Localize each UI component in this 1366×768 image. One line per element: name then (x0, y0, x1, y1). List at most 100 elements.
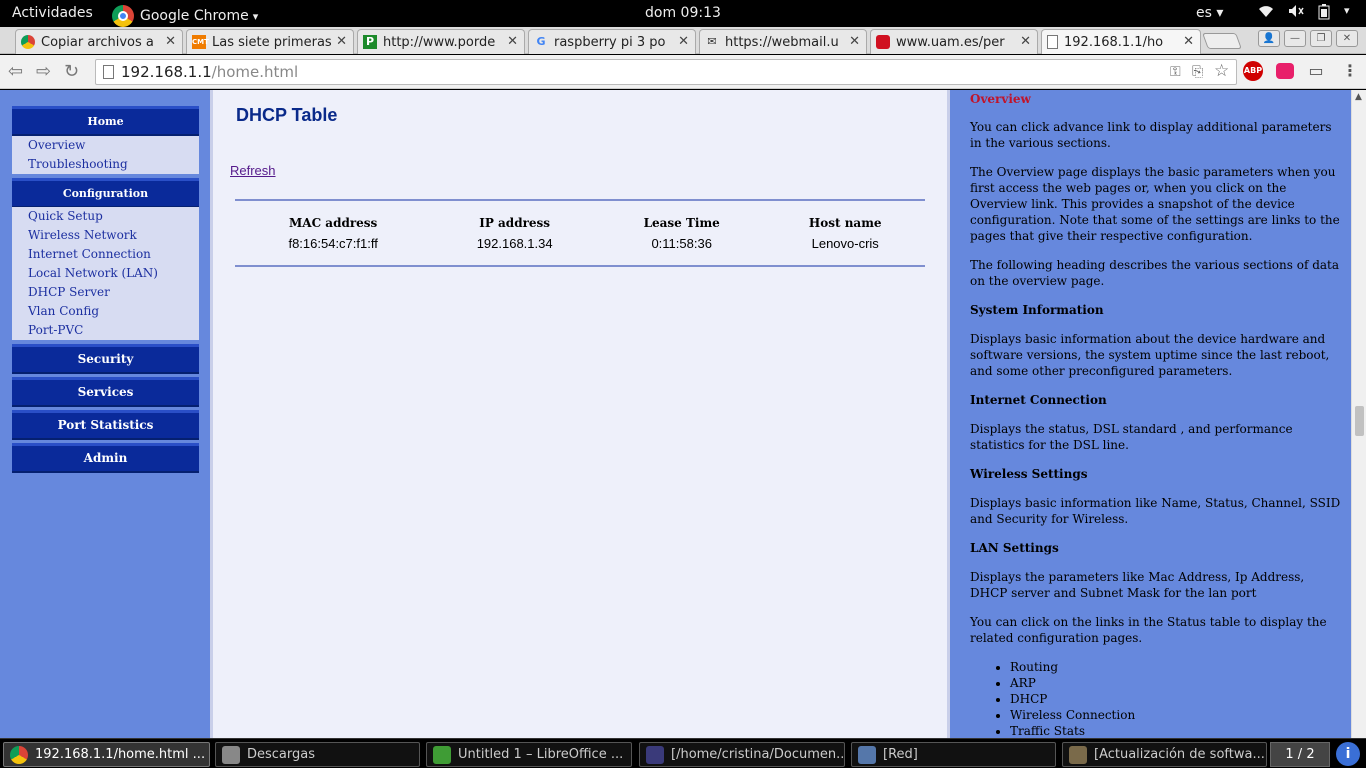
wifi-icon (1258, 4, 1274, 24)
nav-security[interactable]: Security (12, 344, 199, 374)
new-tab-button[interactable] (1202, 33, 1242, 49)
tab[interactable]: P http://www.porde ✕ (357, 29, 525, 54)
scrollbar[interactable]: ▲ (1351, 90, 1366, 738)
tab[interactable]: Copiar archivos a ✕ (15, 29, 183, 54)
menu-icon[interactable]: ⋮ (1340, 61, 1360, 81)
system-menu[interactable]: ▾ (1258, 4, 1350, 24)
task-button[interactable]: [Actualización de softwa... (1062, 742, 1267, 767)
column-header: MAC address (288, 216, 378, 230)
address-bar[interactable]: 192.168.1.1/home.html ⚿ ⎘ ☆ (95, 59, 1237, 85)
help-paragraph: The Overview page displays the basic par… (970, 165, 1340, 243)
nav-item-port-pvc[interactable]: Port-PVC (12, 321, 199, 340)
chevron-down-icon: ▾ (252, 9, 259, 23)
cast-icon[interactable]: ▭ (1306, 61, 1326, 81)
table-header-row: MAC address IP address Lease Time Host n… (235, 213, 925, 233)
back-icon[interactable]: ⇦ (8, 61, 23, 82)
info-icon[interactable]: i (1336, 742, 1360, 766)
task-button[interactable]: Untitled 1 – LibreOffice ... (426, 742, 632, 767)
close-icon[interactable]: ✕ (504, 34, 518, 49)
key-icon[interactable]: ⚿ (1170, 60, 1181, 84)
nav-home[interactable]: Home (12, 106, 199, 136)
help-subheading: LAN Settings (970, 541, 1059, 555)
tab[interactable]: CMT Las siete primeras ✕ (186, 29, 354, 54)
task-label: [Red] (883, 747, 918, 762)
nav-port-statistics[interactable]: Port Statistics (12, 410, 199, 440)
help-panel: Overview You can click advance link to d… (953, 90, 1351, 738)
tab-active[interactable]: 192.168.1.1/ho ✕ (1041, 29, 1201, 54)
list-item: DHCP (1010, 691, 1343, 707)
close-icon[interactable]: ✕ (846, 34, 860, 49)
column-header: IP address (479, 216, 551, 230)
forward-icon[interactable]: ⇨ (36, 61, 51, 82)
top-bar: Actividades Google Chrome ▾ dom 09:13 es… (0, 0, 1366, 27)
nav-item-internet-connection[interactable]: Internet Connection (12, 245, 199, 264)
tab-title: raspberry pi 3 po (554, 34, 666, 50)
adblock-icon[interactable]: ABP (1243, 61, 1263, 81)
task-button[interactable]: [Red] (851, 742, 1056, 767)
nav-configuration[interactable]: Configuration (12, 178, 199, 208)
battery-icon (1318, 4, 1330, 24)
nav-item-dhcp-server[interactable]: DHCP Server (12, 283, 199, 302)
star-icon[interactable]: ☆ (1214, 59, 1229, 83)
chevron-down-icon: ▾ (1344, 4, 1350, 17)
chrome-icon (21, 35, 35, 49)
nav-item-troubleshooting[interactable]: Troubleshooting (12, 155, 199, 174)
volume-icon (1288, 4, 1304, 24)
task-button[interactable]: Descargas (215, 742, 420, 767)
url-path: /home.html (211, 63, 299, 81)
page-title: DHCP Table (236, 105, 338, 125)
window-controls: 👤 — ❐ ✕ (1258, 30, 1358, 47)
close-icon[interactable]: ✕ (1180, 34, 1194, 49)
mail-icon: ✉ (707, 35, 717, 48)
nav-item-wireless-network[interactable]: Wireless Network (12, 226, 199, 245)
task-button[interactable]: 192.168.1.1/home.html ... (3, 742, 210, 767)
uam-icon (876, 35, 890, 49)
tab[interactable]: G raspberry pi 3 po ✕ (528, 29, 696, 54)
tab[interactable]: www.uam.es/per ✕ (870, 29, 1038, 54)
help-paragraph: Displays basic information like Name, St… (970, 496, 1341, 526)
nav-item-local-network[interactable]: Local Network (LAN) (12, 264, 199, 283)
task-button[interactable]: [/home/cristina/Documen... (639, 742, 845, 767)
tab-title: Copiar archivos a (41, 34, 154, 50)
task-label: [Actualización de softwa... (1094, 747, 1265, 762)
nav-item-overview[interactable]: Overview (12, 136, 199, 155)
close-icon[interactable]: ✕ (675, 34, 689, 49)
clock[interactable]: dom 09:13 (645, 5, 721, 21)
language-selector[interactable]: es ▾ (1196, 5, 1223, 21)
terminal-icon (646, 746, 664, 764)
nav-item-quick-setup[interactable]: Quick Setup (12, 207, 199, 226)
close-icon[interactable]: ✕ (333, 34, 347, 49)
list-item: Wireless Connection (1010, 707, 1343, 723)
cmt-icon: CMT (192, 35, 209, 49)
left-nav: Home Overview Troubleshooting Configurat… (0, 90, 210, 738)
reload-icon[interactable]: ↻ (64, 61, 79, 82)
url-host: 192.168.1.1 (121, 63, 212, 81)
column-header: Host name (808, 216, 882, 230)
spreadsheet-icon (433, 746, 451, 764)
profile-icon[interactable]: 👤 (1258, 30, 1280, 47)
nav-item-vlan-config[interactable]: Vlan Config (12, 302, 199, 321)
close-icon[interactable]: ✕ (162, 34, 176, 49)
refresh-link[interactable]: Refresh (230, 163, 276, 178)
minimize-icon[interactable]: — (1284, 30, 1306, 47)
translate-icon[interactable]: ⎘ (1192, 60, 1203, 84)
close-window-icon[interactable]: ✕ (1336, 30, 1358, 47)
browser-toolbar: ⇦ ⇨ ↻ 192.168.1.1/home.html ⚿ ⎘ ☆ ABP ▭ … (0, 55, 1366, 89)
nav-services[interactable]: Services (12, 377, 199, 407)
close-icon[interactable]: ✕ (1017, 34, 1031, 49)
activities-button[interactable]: Actividades (12, 5, 93, 21)
help-subheading: Internet Connection (970, 393, 1107, 407)
camera-icon[interactable] (1276, 63, 1294, 79)
help-heading: Overview (970, 92, 1031, 106)
nav-admin[interactable]: Admin (12, 443, 199, 473)
help-subheading: System Information (970, 303, 1104, 317)
main-content: DHCP Table Refresh MAC address IP addres… (210, 90, 950, 738)
workspace-pager[interactable]: 1 / 2 (1270, 742, 1330, 767)
scroll-up-icon[interactable]: ▲ (1355, 92, 1362, 102)
scrollbar-thumb[interactable] (1355, 406, 1364, 436)
list-item: Routing (1010, 659, 1343, 675)
app-menu[interactable]: Google Chrome ▾ (112, 5, 258, 27)
help-paragraph: The following heading describes the vari… (970, 258, 1340, 288)
maximize-icon[interactable]: ❐ (1310, 30, 1332, 47)
tab[interactable]: ✉ https://webmail.u ✕ (699, 29, 867, 54)
